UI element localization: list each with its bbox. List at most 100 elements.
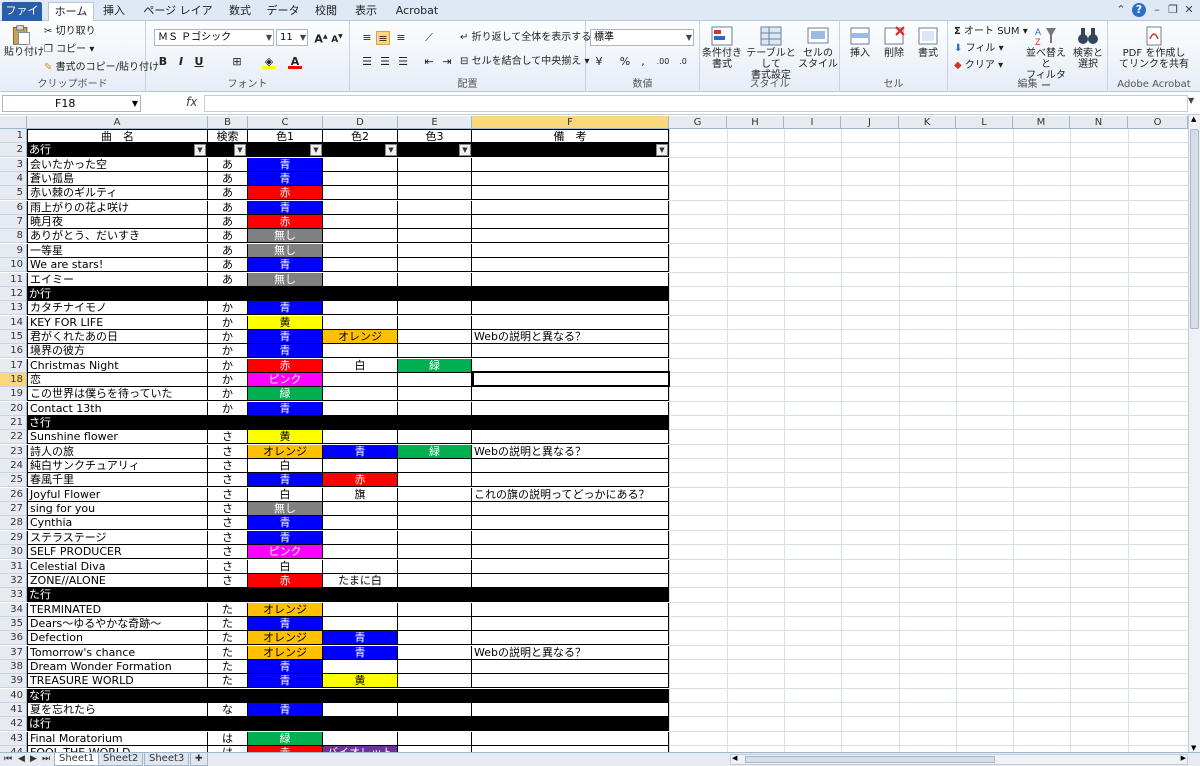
cell-title[interactable]: Christmas Night: [27, 358, 208, 373]
cell-title[interactable]: Dears～ゆるやかな奇跡～: [27, 616, 208, 631]
row-header[interactable]: 36: [0, 631, 27, 646]
cell-notes[interactable]: [472, 344, 669, 359]
column-header-g[interactable]: G: [669, 116, 727, 129]
column-header-o[interactable]: O: [1128, 116, 1188, 129]
cell-color2[interactable]: 青: [323, 645, 398, 660]
cell-color3[interactable]: [398, 387, 472, 402]
cell-color1[interactable]: 青: [248, 301, 323, 316]
cell-color3[interactable]: [398, 157, 472, 172]
scroll-down-icon[interactable]: ▼: [1191, 744, 1196, 752]
tab-insert[interactable]: 挿入: [98, 2, 130, 21]
cell-notes[interactable]: [472, 545, 669, 560]
cell-color3[interactable]: [398, 200, 472, 215]
cell-color3[interactable]: [398, 272, 472, 287]
cell-color1[interactable]: 赤: [248, 573, 323, 588]
row-header[interactable]: 25: [0, 473, 27, 488]
row-header[interactable]: 17: [0, 358, 27, 373]
cell-notes[interactable]: [472, 473, 669, 488]
cell-color1[interactable]: 青: [248, 616, 323, 631]
cell-notes[interactable]: [472, 200, 669, 215]
row-header[interactable]: 34: [0, 602, 27, 617]
cell-search[interactable]: さ: [208, 430, 248, 445]
column-header-l[interactable]: L: [956, 116, 1013, 129]
cell-title[interactable]: 一等星: [27, 243, 208, 258]
cell-color1[interactable]: 青: [248, 473, 323, 488]
column-header-h[interactable]: H: [727, 116, 784, 129]
cell-search[interactable]: さ: [208, 459, 248, 474]
wrap-text-button[interactable]: ↵ 折り返して全体を表示する: [460, 31, 591, 44]
cell-title[interactable]: Tomorrow's chance: [27, 645, 208, 660]
cell-color1[interactable]: 無し: [248, 243, 323, 258]
cell-color3[interactable]: [398, 401, 472, 416]
cell-search[interactable]: あ: [208, 243, 248, 258]
cell-color3[interactable]: [398, 229, 472, 244]
cell-title[interactable]: Defection: [27, 631, 208, 646]
fill-button[interactable]: ⬇ フィル ▾: [954, 42, 1004, 55]
cell-color1[interactable]: 無し: [248, 229, 323, 244]
tab-file[interactable]: ファイル: [2, 2, 42, 35]
row-header[interactable]: 11: [0, 272, 27, 287]
cell-color3[interactable]: [398, 258, 472, 273]
cell-title[interactable]: 恋: [27, 372, 208, 387]
cell-color3[interactable]: [398, 344, 472, 359]
cell-search[interactable]: か: [208, 372, 248, 387]
row-header[interactable]: 15: [0, 329, 27, 344]
cell-color2[interactable]: [323, 186, 398, 201]
cell-color1[interactable]: 青: [248, 516, 323, 531]
paste-button[interactable]: 貼り付け: [4, 24, 44, 58]
cell-search[interactable]: か: [208, 344, 248, 359]
cell-notes[interactable]: [472, 516, 669, 531]
row-header[interactable]: 1: [0, 129, 27, 143]
cell-notes[interactable]: [472, 272, 669, 287]
cell-color2[interactable]: [323, 703, 398, 717]
cell-color1[interactable]: 青: [248, 172, 323, 187]
cell-color3[interactable]: [398, 215, 472, 230]
cell-color3[interactable]: [398, 487, 472, 502]
align-left-icon[interactable]: ☰: [360, 55, 374, 69]
cell-color3[interactable]: [398, 172, 472, 187]
format-as-table-button[interactable]: テーブルとして 書式設定: [744, 25, 798, 81]
row-header[interactable]: 20: [0, 401, 27, 416]
cell-color1[interactable]: 青: [248, 530, 323, 545]
cell-search[interactable]: あ: [208, 200, 248, 215]
cell-color3[interactable]: [398, 573, 472, 588]
cell-color2[interactable]: [323, 731, 398, 746]
cell-color2[interactable]: [323, 401, 398, 416]
column-header-b[interactable]: B: [208, 116, 248, 129]
clear-button[interactable]: ◆ クリア ▾: [954, 59, 1003, 72]
row-header[interactable]: 43: [0, 731, 27, 746]
cell-color3[interactable]: [398, 243, 472, 258]
column-header-e[interactable]: E: [398, 116, 472, 129]
cell-color1[interactable]: 黄: [248, 315, 323, 330]
cell-notes[interactable]: [472, 172, 669, 187]
cell-color1[interactable]: 赤: [248, 358, 323, 373]
cell-color3[interactable]: [398, 473, 472, 488]
cell-color3[interactable]: [398, 616, 472, 631]
cell-search[interactable]: た: [208, 631, 248, 646]
cell-search[interactable]: な: [208, 703, 248, 717]
cell-color2[interactable]: [323, 243, 398, 258]
cell-title[interactable]: Celestial Diva: [27, 559, 208, 574]
cell-notes[interactable]: [472, 258, 669, 273]
cell-color3[interactable]: [398, 545, 472, 560]
cell-color2[interactable]: [323, 545, 398, 560]
row-header[interactable]: 19: [0, 387, 27, 402]
row-header[interactable]: 31: [0, 559, 27, 574]
filter-dropdown-icon[interactable]: ▼: [385, 144, 397, 157]
cell-title[interactable]: SELF PRODUCER: [27, 545, 208, 560]
cell-search[interactable]: あ: [208, 186, 248, 201]
row-header[interactable]: 7: [0, 215, 27, 230]
row-header[interactable]: 13: [0, 301, 27, 316]
cell-color2[interactable]: [323, 459, 398, 474]
cell-notes[interactable]: [472, 459, 669, 474]
row-header[interactable]: 16: [0, 344, 27, 359]
filter-dropdown-icon[interactable]: ▼: [310, 144, 322, 157]
cell-color2[interactable]: [323, 215, 398, 230]
row-header[interactable]: 3: [0, 157, 27, 172]
minimize-window-icon[interactable]: –: [1150, 3, 1164, 17]
cell-color2[interactable]: 赤: [323, 473, 398, 488]
cell-color2[interactable]: オレンジ: [323, 329, 398, 344]
cell-color2[interactable]: 旗: [323, 487, 398, 502]
cell-color3[interactable]: 緑: [398, 358, 472, 373]
cell-color1[interactable]: 無し: [248, 272, 323, 287]
